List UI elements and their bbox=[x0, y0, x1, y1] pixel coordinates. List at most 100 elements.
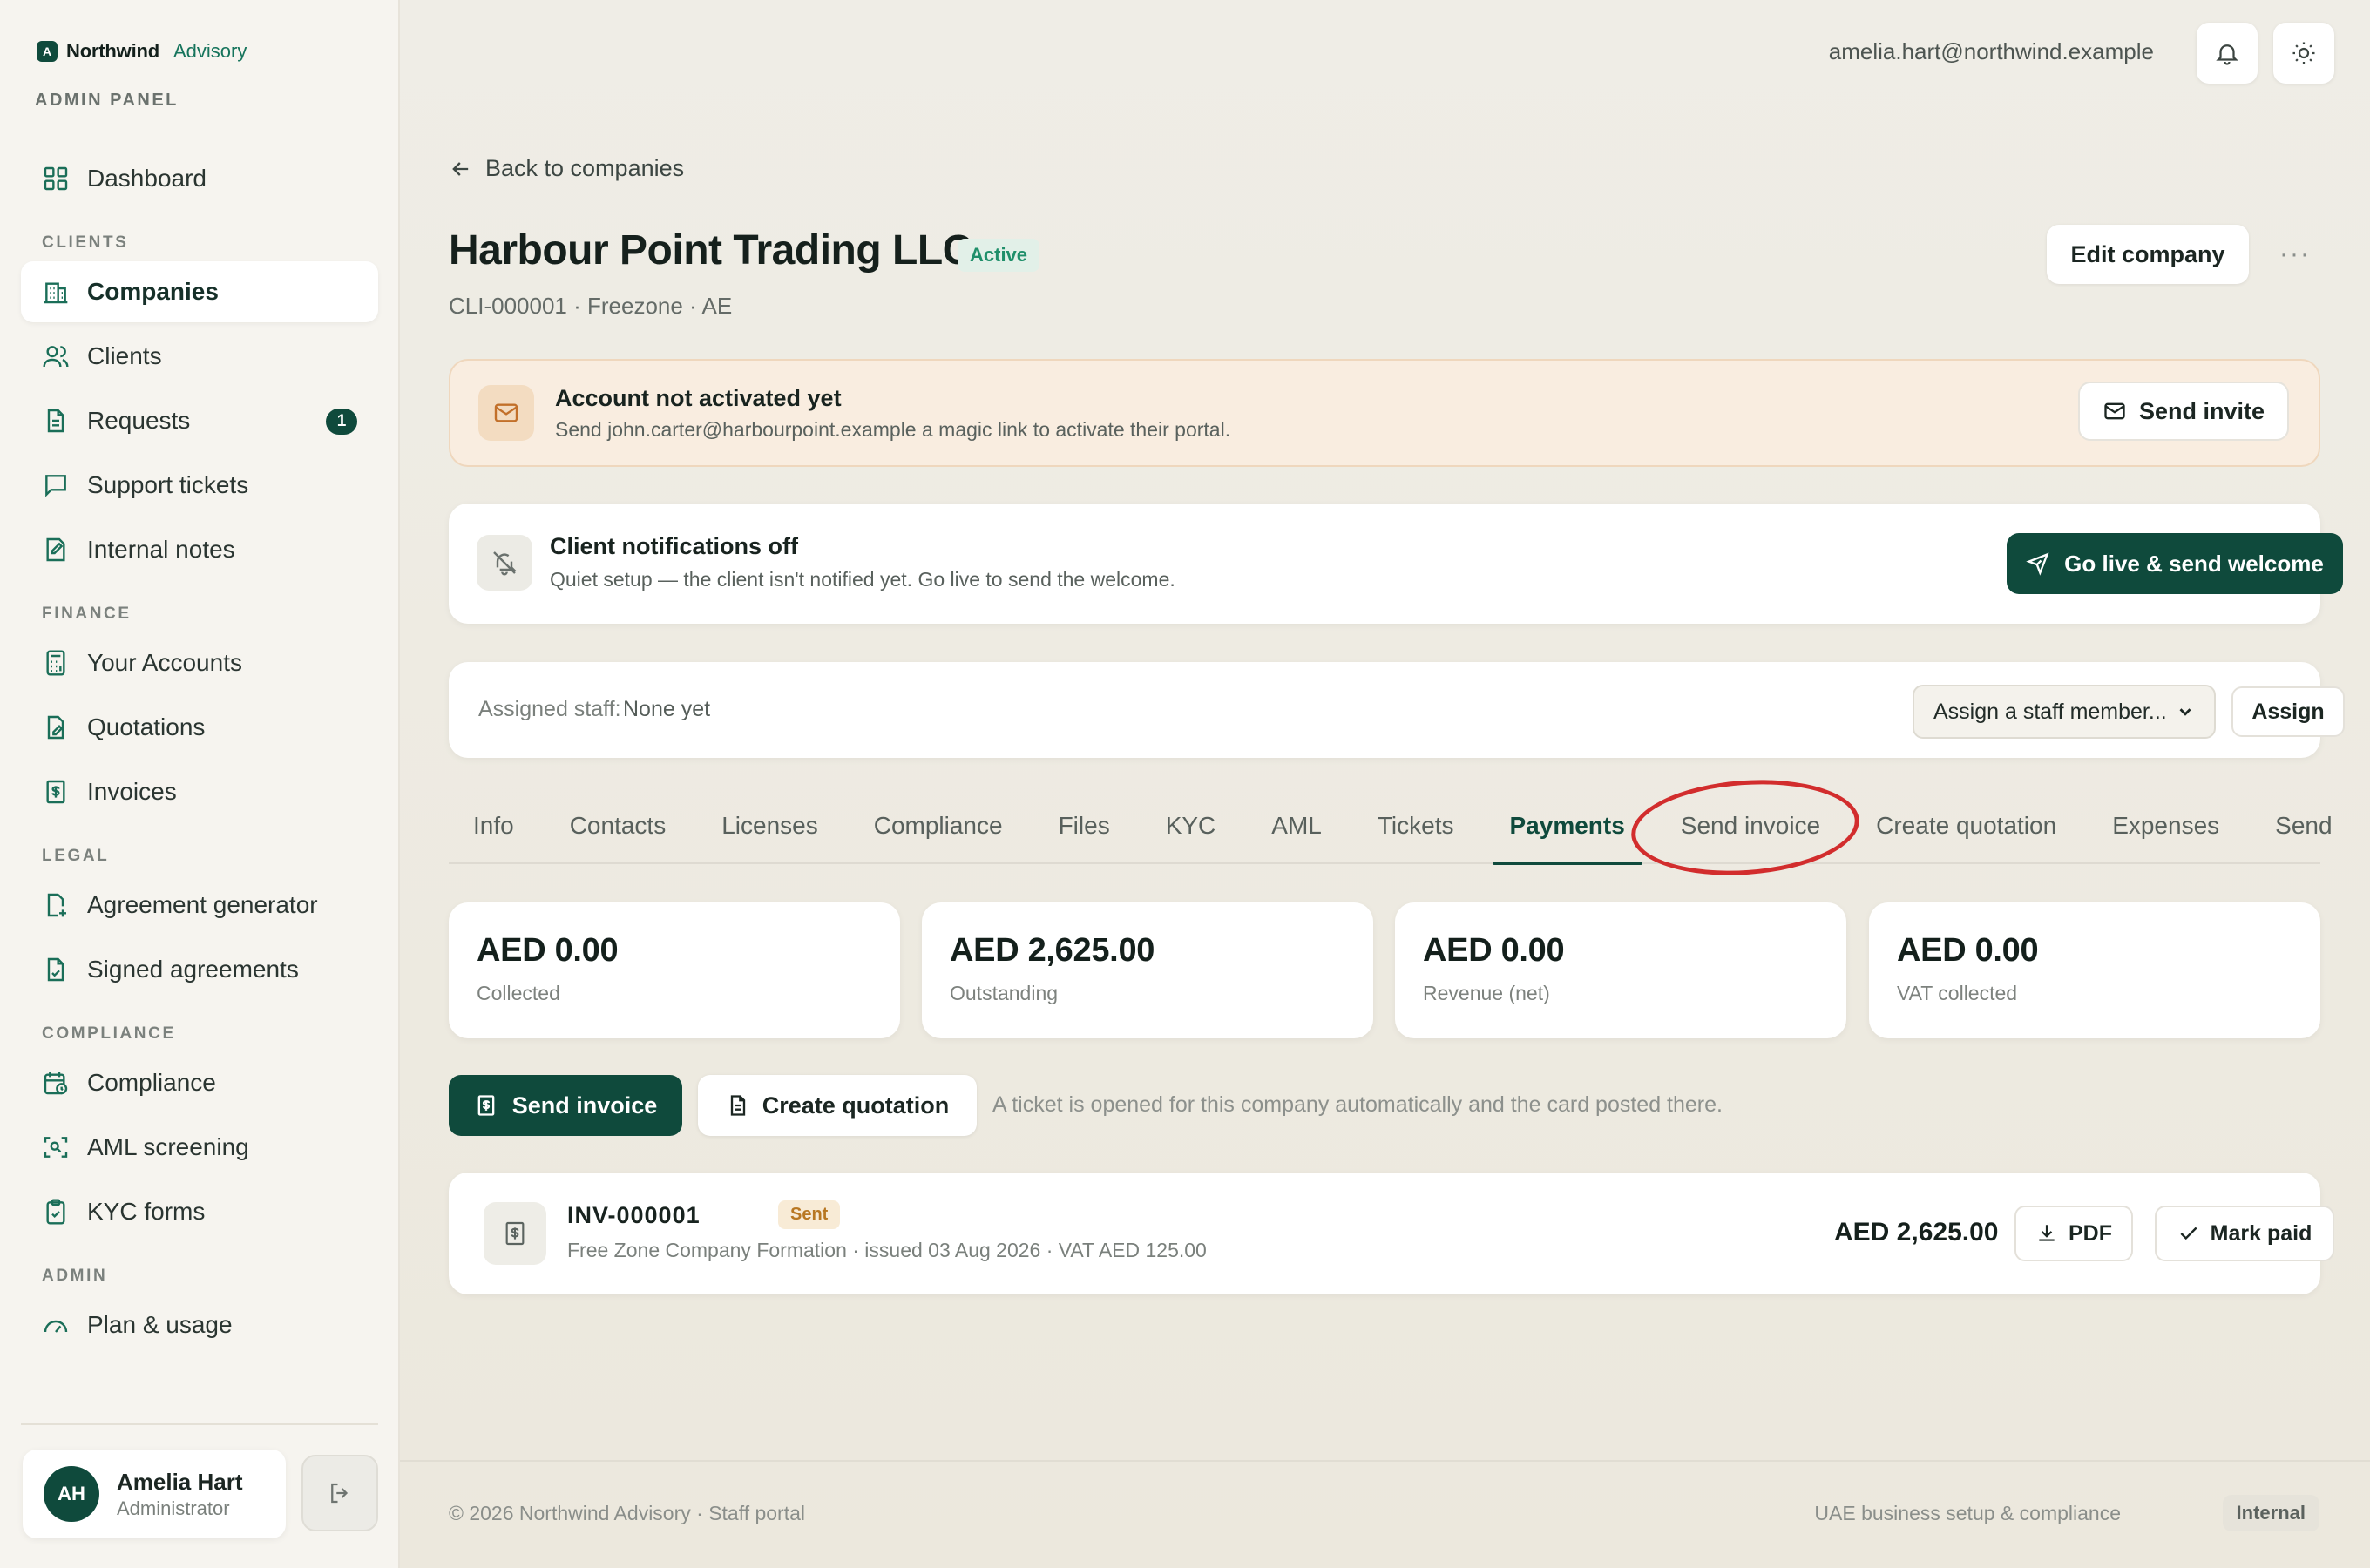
tab-files[interactable]: Files bbox=[1041, 788, 1127, 863]
sidebar-item-signed-agreements[interactable]: Signed agreements bbox=[21, 939, 378, 1000]
nav-section-legal: LEGAL bbox=[42, 847, 110, 865]
download-pdf-button[interactable]: PDF bbox=[2014, 1206, 2133, 1261]
action-hint: A ticket is opened for this company auto… bbox=[992, 1092, 1723, 1117]
user-card[interactable]: AH Amelia Hart Administrator bbox=[23, 1450, 286, 1538]
sidebar-item-your-accounts[interactable]: Your Accounts bbox=[21, 632, 378, 693]
tab-send[interactable]: Send bbox=[2258, 788, 2349, 863]
receipt-icon bbox=[42, 778, 70, 806]
sidebar-item-dashboard[interactable]: Dashboard bbox=[21, 148, 378, 209]
dashboard-icon bbox=[42, 165, 70, 193]
edit-company-button[interactable]: Edit company bbox=[2047, 225, 2249, 284]
nav-section-clients: CLIENTS bbox=[42, 233, 129, 252]
more-options-button[interactable]: ··· bbox=[2273, 235, 2317, 274]
send-invite-label: Send invite bbox=[2138, 397, 2265, 424]
sidebar-item-agreement-generator[interactable]: Agreement generator bbox=[21, 875, 378, 936]
sidebar-item-requests[interactable]: Requests 1 bbox=[21, 390, 378, 451]
tab-info[interactable]: Info bbox=[456, 788, 532, 863]
sidebar-item-label: Quotations bbox=[87, 713, 206, 740]
sidebar-item-aml-screening[interactable]: AML screening bbox=[21, 1117, 378, 1178]
scan-icon bbox=[42, 1133, 70, 1161]
invoice-amount: AED 2,625.00 bbox=[1834, 1218, 1999, 1247]
mark-paid-label: Mark paid bbox=[2210, 1220, 2312, 1246]
mail-icon bbox=[492, 399, 520, 427]
sidebar-item-internal-notes[interactable]: Internal notes bbox=[21, 519, 378, 580]
clipboard-icon bbox=[42, 1198, 70, 1226]
sidebar-item-quotations[interactable]: Quotations bbox=[21, 697, 378, 758]
sidebar-nav: Dashboard CLIENTS Companies Clients Requ… bbox=[21, 148, 378, 1359]
theme-toggle-button[interactable] bbox=[2273, 23, 2334, 84]
user-email: amelia.hart@northwind.example bbox=[1828, 38, 2154, 64]
receipt-icon bbox=[501, 1220, 529, 1247]
send-invite-button[interactable]: Send invite bbox=[2078, 382, 2289, 441]
stat-card-outstanding: AED 2,625.00 Outstanding bbox=[922, 902, 1373, 1038]
back-link-label: Back to companies bbox=[485, 155, 685, 181]
staff-member-select[interactable]: Assign a staff member... bbox=[1913, 685, 2216, 739]
tab-expenses[interactable]: Expenses bbox=[2095, 788, 2237, 863]
tab-create-quotation[interactable]: Create quotation bbox=[1859, 788, 2074, 863]
gauge-icon bbox=[42, 1311, 70, 1339]
go-live-button[interactable]: Go live & send welcome bbox=[2007, 533, 2343, 594]
tab-licenses[interactable]: Licenses bbox=[704, 788, 836, 863]
mail-icon-box bbox=[478, 385, 534, 441]
create-quotation-label: Create quotation bbox=[762, 1092, 950, 1119]
tab-send-invoice[interactable]: Send invoice bbox=[1663, 788, 1838, 863]
nav-section-admin: ADMIN bbox=[42, 1267, 108, 1285]
assigned-staff-panel: Assigned staff: None yet Assign a staff … bbox=[449, 662, 2345, 758]
sidebar-item-kyc-forms[interactable]: KYC forms bbox=[21, 1181, 378, 1242]
tab-compliance[interactable]: Compliance bbox=[857, 788, 1020, 863]
stat-card-collected: AED 0.00 Collected bbox=[449, 902, 900, 1038]
sidebar-item-invoices[interactable]: Invoices bbox=[21, 761, 378, 822]
download-icon bbox=[2035, 1222, 2058, 1245]
create-quotation-button[interactable]: Create quotation bbox=[698, 1075, 977, 1136]
brand-mark: A bbox=[37, 41, 58, 62]
assign-button[interactable]: Assign bbox=[2231, 686, 2345, 737]
sidebar-item-label: Invoices bbox=[87, 778, 177, 805]
sidebar-item-label: Dashboard bbox=[87, 165, 207, 192]
sidebar-item-label: Companies bbox=[87, 278, 219, 305]
activation-desc: Send john.carter@harbourpoint.example a … bbox=[555, 418, 1231, 441]
tab-aml[interactable]: AML bbox=[1254, 788, 1339, 863]
sidebar-item-label: Agreement generator bbox=[87, 891, 318, 918]
sidebar-item-companies[interactable]: Companies bbox=[21, 261, 378, 322]
brand-accent: Advisory bbox=[173, 40, 247, 62]
sidebar-item-label: Support tickets bbox=[87, 471, 249, 498]
notifications-panel: Client notifications off Quiet setup — t… bbox=[449, 504, 2343, 624]
chevron-down-icon bbox=[2176, 702, 2195, 721]
requests-count-badge: 1 bbox=[326, 409, 357, 435]
mark-paid-button[interactable]: Mark paid bbox=[2155, 1206, 2334, 1261]
document-icon bbox=[42, 407, 70, 435]
sidebar-item-compliance[interactable]: Compliance bbox=[21, 1052, 378, 1113]
sidebar-item-clients[interactable]: Clients bbox=[21, 326, 378, 387]
go-live-label: Go live & send welcome bbox=[2064, 550, 2324, 577]
assigned-staff-label: Assigned staff: bbox=[478, 697, 621, 721]
stat-label: Outstanding bbox=[950, 982, 1059, 1004]
admin-panel-label: ADMIN PANEL bbox=[35, 91, 179, 110]
sidebar-item-support-tickets[interactable]: Support tickets bbox=[21, 455, 378, 516]
stat-value: AED 2,625.00 bbox=[950, 932, 1155, 969]
sidebar: A Northwind Advisory ADMIN PANEL Dashboa… bbox=[0, 0, 400, 1568]
status-badge: Active bbox=[958, 239, 1040, 272]
notifications-button[interactable] bbox=[2197, 23, 2258, 84]
tab-payments[interactable]: Payments bbox=[1492, 788, 1643, 865]
tab-kyc[interactable]: KYC bbox=[1148, 788, 1234, 863]
brand-name: Northwind bbox=[66, 40, 159, 62]
send-icon bbox=[2026, 551, 2050, 576]
tab-contacts[interactable]: Contacts bbox=[552, 788, 684, 863]
stat-label: Revenue (net) bbox=[1423, 982, 1550, 1004]
invoice-number[interactable]: INV-000001 bbox=[567, 1202, 701, 1229]
sidebar-item-plan-usage[interactable]: Plan & usage bbox=[21, 1294, 378, 1355]
stat-value: AED 0.00 bbox=[1897, 932, 2039, 969]
back-to-companies-link[interactable]: Back to companies bbox=[449, 155, 684, 182]
tab-tickets[interactable]: Tickets bbox=[1360, 788, 1472, 863]
user-name: Amelia Hart bbox=[117, 1468, 243, 1495]
page-subtitle: CLI-000001 · Freezone · AE bbox=[449, 293, 733, 319]
document-icon bbox=[726, 1093, 750, 1118]
logout-button[interactable] bbox=[301, 1455, 378, 1531]
sidebar-item-label: Requests bbox=[87, 407, 191, 434]
sun-icon bbox=[2291, 40, 2317, 66]
sidebar-divider bbox=[21, 1423, 378, 1425]
send-invoice-button[interactable]: Send invoice bbox=[449, 1075, 682, 1136]
sidebar-item-label: AML screening bbox=[87, 1133, 249, 1160]
sidebar-item-label: Internal notes bbox=[87, 536, 235, 563]
brand-logo[interactable]: A Northwind Advisory bbox=[37, 40, 247, 63]
